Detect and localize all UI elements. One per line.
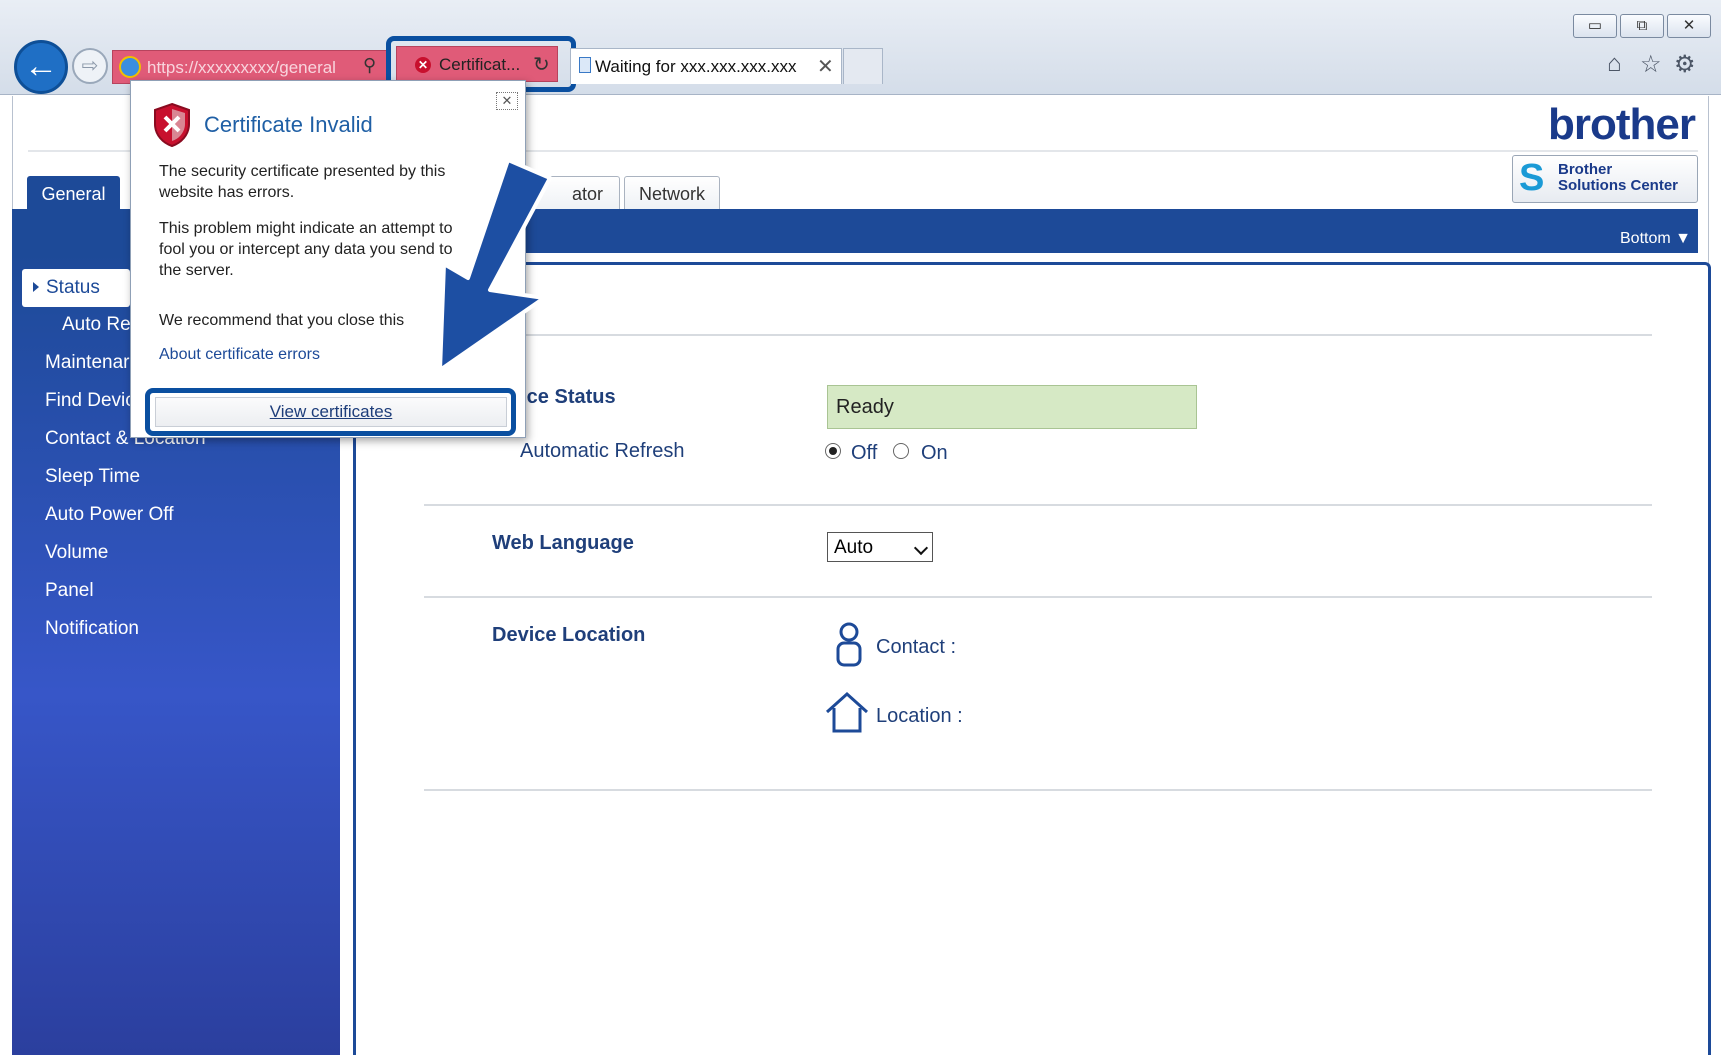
section-divider: [424, 504, 1652, 506]
tab-general[interactable]: General: [27, 176, 120, 210]
refresh-on-radio[interactable]: [893, 443, 909, 459]
bottom-link[interactable]: Bottom ▼: [1620, 230, 1691, 248]
tab-network[interactable]: Network: [624, 176, 720, 210]
view-certificates-button[interactable]: View certificates: [155, 397, 507, 427]
solutions-line1: Brother: [1558, 161, 1613, 178]
close-tab-icon[interactable]: ✕: [817, 54, 834, 79]
solutions-center-button[interactable]: S Brother Solutions Center: [1512, 155, 1698, 203]
sidebar-item-notification[interactable]: Notification: [45, 618, 139, 640]
sidebar-item-find-device[interactable]: Find Devic: [45, 390, 135, 412]
close-window-button[interactable]: ✕: [1667, 14, 1711, 38]
sidebar-item-sleep-time[interactable]: Sleep Time: [45, 466, 140, 488]
refresh-off-radio[interactable]: [825, 443, 841, 459]
url-text: https://xxxxxxxxx/general: [147, 58, 336, 77]
device-location-label: Device Location: [492, 624, 646, 646]
home-icon[interactable]: ⌂: [1607, 50, 1622, 78]
refresh-icon[interactable]: ↻: [533, 52, 550, 77]
sidebar-item-volume[interactable]: Volume: [45, 542, 108, 564]
chevron-right-icon: [33, 282, 39, 292]
device-status-value: Ready: [827, 385, 1197, 429]
down-arrow-annotation: [438, 160, 552, 372]
sidebar-item-label: Status: [46, 277, 100, 298]
sidebar-item-auto-refresh[interactable]: Auto Re: [62, 314, 131, 336]
auto-refresh-label: Automatic Refresh: [520, 440, 685, 462]
new-tab-button[interactable]: [843, 48, 883, 84]
restore-button[interactable]: ⧉: [1620, 14, 1664, 38]
popup-title: Certificate Invalid: [204, 112, 373, 137]
search-icon[interactable]: ⚲: [363, 55, 376, 76]
browser-tab-title: Waiting for xxx.xxx.xxx.xxx: [595, 57, 797, 76]
sidebar-item-auto-power-off[interactable]: Auto Power Off: [45, 504, 174, 526]
chevron-down-icon: [913, 540, 929, 556]
gear-icon[interactable]: ⚙: [1674, 50, 1696, 79]
house-icon: [825, 691, 869, 733]
browser-tab[interactable]: Waiting for xxx.xxx.xxx.xxx ✕: [570, 48, 842, 84]
refresh-on-label[interactable]: On: [921, 442, 948, 465]
contact-label: Contact :: [876, 636, 957, 658]
certificate-error-button[interactable]: ✕ Certificat... ↻: [396, 46, 558, 82]
section-divider: [424, 596, 1652, 598]
section-divider: [424, 334, 1652, 336]
minimize-button[interactable]: ▭: [1573, 14, 1617, 38]
web-language-label: Web Language: [492, 532, 634, 554]
location-label: Location :: [876, 705, 963, 727]
error-x-icon: ✕: [415, 57, 431, 73]
sidebar-item-status[interactable]: Status: [22, 269, 130, 307]
star-icon[interactable]: ☆: [1640, 50, 1662, 79]
certificate-error-label: Certificat...: [439, 55, 521, 74]
solutions-line2: Solutions Center: [1558, 177, 1679, 194]
about-certificate-errors-link[interactable]: About certificate errors: [159, 346, 320, 364]
forward-arrow-icon[interactable]: ⇨: [72, 48, 108, 84]
back-arrow-icon[interactable]: ←: [14, 40, 68, 94]
section-divider: [424, 789, 1652, 791]
page-icon: [579, 57, 591, 73]
web-language-value: Auto: [834, 537, 874, 558]
brother-logo: brother: [1548, 100, 1696, 149]
person-icon: [836, 622, 862, 667]
content-panel: [353, 262, 1711, 1055]
refresh-off-label[interactable]: Off: [851, 442, 877, 465]
web-language-select[interactable]: Auto: [827, 532, 933, 562]
sidebar-item-maintenance[interactable]: Maintenar: [45, 352, 130, 374]
shield-error-icon: [154, 102, 190, 148]
popup-close-icon[interactable]: ✕: [496, 92, 518, 110]
solutions-s-icon: S: [1519, 157, 1545, 199]
sidebar-item-panel[interactable]: Panel: [45, 580, 94, 602]
ie-globe-icon: [119, 56, 141, 78]
address-bar[interactable]: https://xxxxxxxxx/general ⚲: [112, 50, 387, 84]
